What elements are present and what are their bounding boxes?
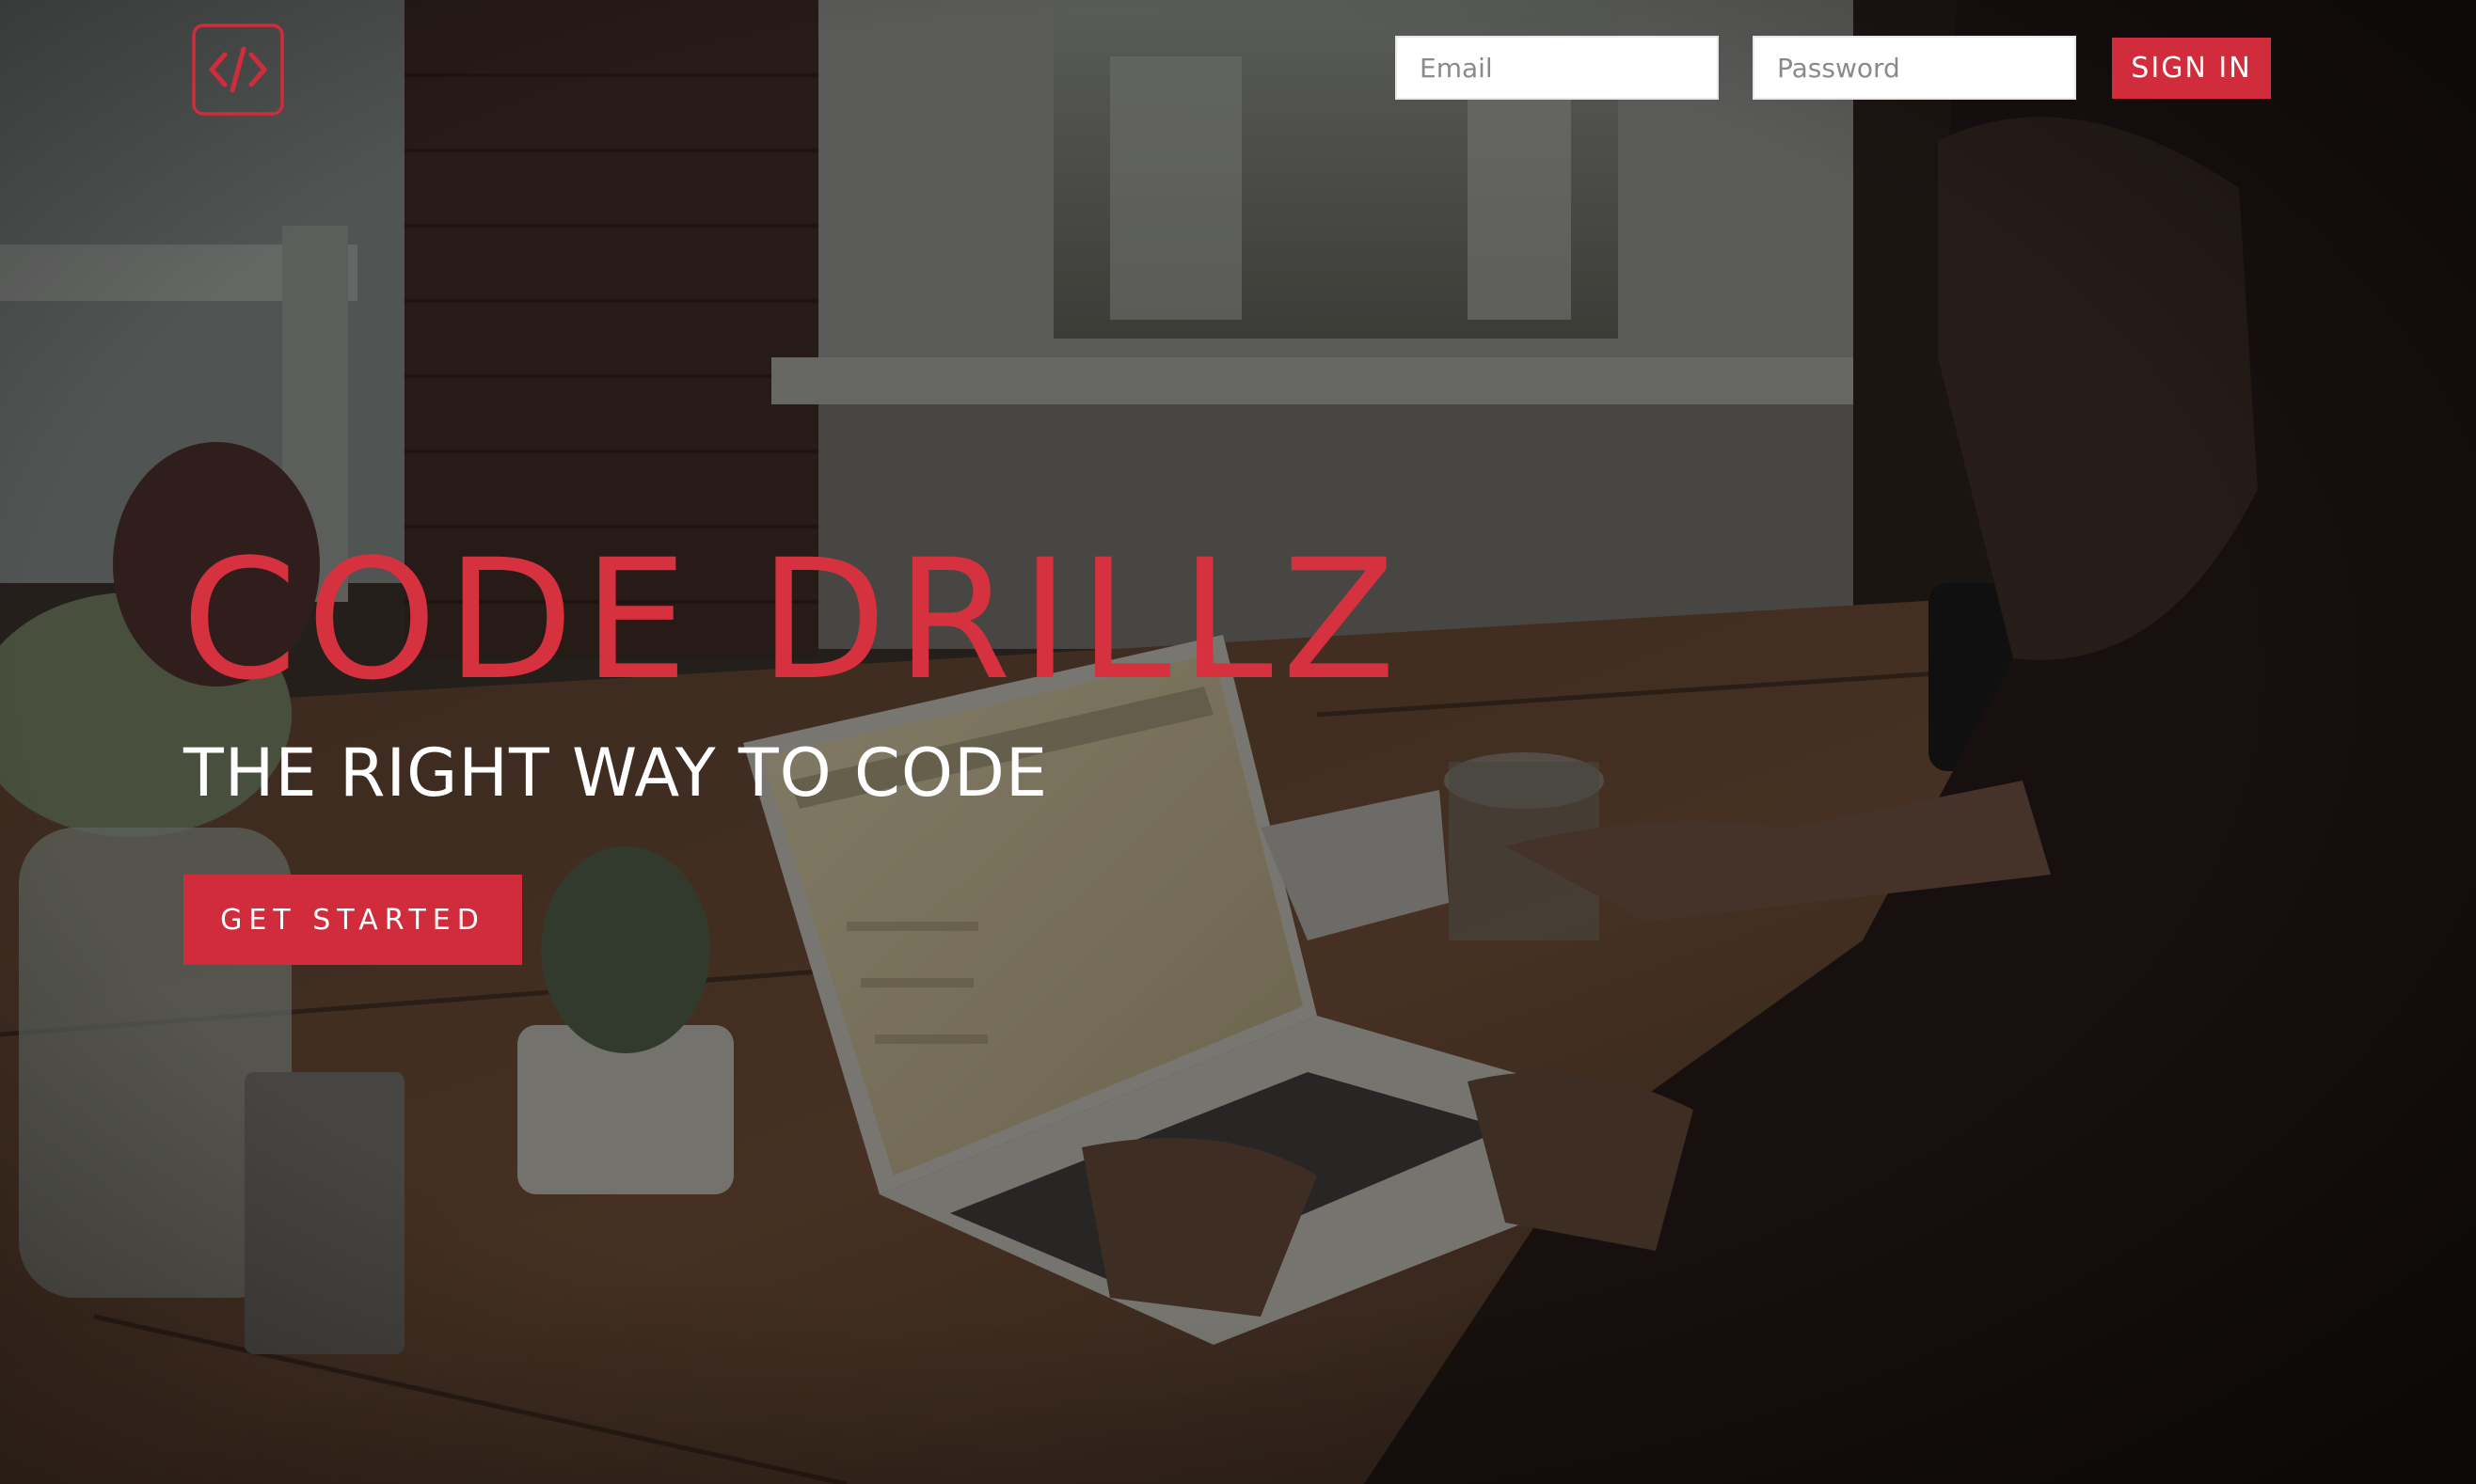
page-title: CODE DRILLZ [182, 524, 1405, 717]
hero-tagline: THE RIGHT WAY TO CODE [183, 734, 1049, 812]
password-field[interactable] [1753, 36, 2076, 100]
get-started-button[interactable]: GET STARTED [183, 875, 522, 965]
sign-in-button[interactable]: SIGN IN [2112, 38, 2271, 99]
landing-page: SIGN IN CODE DRILLZ THE RIGHT WAY TO COD… [0, 0, 2476, 1484]
code-brackets-icon[interactable] [191, 23, 285, 117]
email-field[interactable] [1395, 36, 1719, 100]
